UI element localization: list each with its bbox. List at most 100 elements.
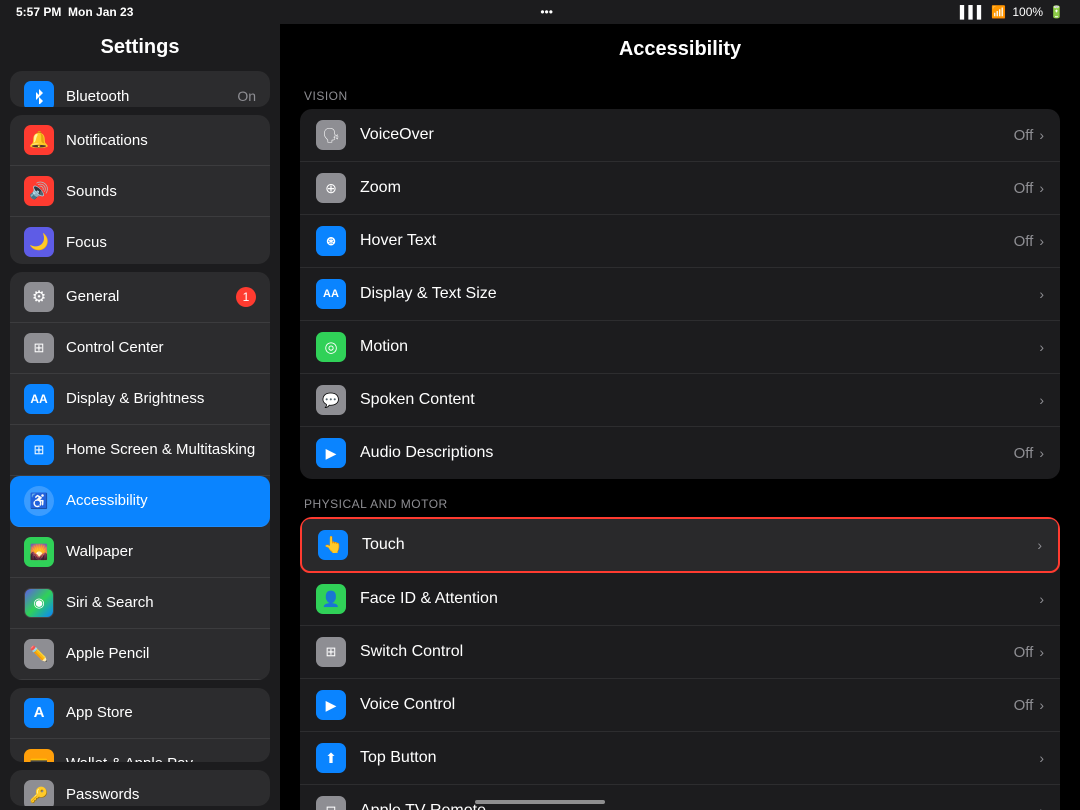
audiodesc-icon: ▶	[316, 438, 346, 468]
right-panel: Accessibility VISION 🗣 VoiceOver Off › ⊕…	[280, 24, 1080, 810]
homescreen-label: Home Screen & Multitasking	[66, 441, 256, 458]
accessibility-label: Accessibility	[66, 492, 256, 509]
focus-icon: 🌙	[24, 227, 54, 257]
faceid-attention-chevron: ›	[1039, 591, 1044, 607]
wallet-icon: 💳	[24, 749, 54, 762]
switchcontrol-chevron: ›	[1039, 644, 1044, 660]
sidebar-section-general: ⚙ General 1 ⊞ Control Center AA Display …	[10, 272, 270, 680]
physical-header: PHYSICAL AND MOTOR	[300, 481, 1060, 517]
appletvremote-label: Apple TV Remote	[360, 802, 1039, 810]
audiodesc-value: Off	[1014, 445, 1034, 462]
hovertext-value: Off	[1014, 233, 1034, 250]
controlcenter-icon: ⊞	[24, 333, 54, 363]
voicecontrol-chevron: ›	[1039, 697, 1044, 713]
notifications-icon: 🔔	[24, 125, 54, 155]
controlcenter-label: Control Center	[66, 339, 256, 356]
settings-row-zoom[interactable]: ⊕ Zoom Off ›	[300, 162, 1060, 215]
settings-row-displaytext[interactable]: AA Display & Text Size ›	[300, 268, 1060, 321]
displaybrightness-icon: AA	[24, 384, 54, 414]
bluetooth-icon	[24, 81, 54, 107]
passwords-label: Passwords	[66, 786, 256, 803]
settings-row-audiodesc[interactable]: ▶ Audio Descriptions Off ›	[300, 427, 1060, 479]
sidebar-item-siri[interactable]: ◉ Siri & Search	[10, 578, 270, 629]
voiceover-icon: 🗣	[316, 120, 346, 150]
sidebar-item-accessibility[interactable]: ♿ Accessibility	[10, 476, 270, 527]
audiodesc-label: Audio Descriptions	[360, 444, 1014, 462]
wifi-icon: 📶	[991, 5, 1006, 19]
siri-label: Siri & Search	[66, 594, 256, 611]
sidebar-section-bluetooth: Bluetooth On	[10, 71, 270, 107]
hovertext-chevron: ›	[1039, 233, 1044, 249]
passwords-icon: 🔑	[24, 780, 54, 806]
motion-label: Motion	[360, 338, 1039, 356]
sidebar-item-applepencil[interactable]: ✏️ Apple Pencil	[10, 629, 270, 680]
switchcontrol-value: Off	[1014, 644, 1034, 661]
general-badge: 1	[236, 287, 256, 307]
zoom-chevron: ›	[1039, 180, 1044, 196]
faceid-attention-icon: 👤	[316, 584, 346, 614]
sidebar-item-wallet[interactable]: 💳 Wallet & Apple Pay	[10, 739, 270, 762]
sidebar-item-homescreen[interactable]: ⊞ Home Screen & Multitasking	[10, 425, 270, 476]
sidebar-item-passwords[interactable]: 🔑 Passwords	[10, 770, 270, 806]
sidebar-item-focus[interactable]: 🌙 Focus	[10, 217, 270, 263]
sidebar-section-notifications: 🔔 Notifications 🔊 Sounds 🌙 Focus ⏱ Scree…	[10, 115, 270, 263]
displaybrightness-label: Display & Brightness	[66, 390, 256, 407]
appstore-label: App Store	[66, 704, 256, 721]
sounds-label: Sounds	[66, 183, 256, 200]
accessibility-icon: ♿	[24, 486, 54, 516]
switchcontrol-icon: ⊞	[316, 637, 346, 667]
vision-header: VISION	[300, 73, 1060, 109]
settings-row-motion[interactable]: ◎ Motion ›	[300, 321, 1060, 374]
spokencontent-chevron: ›	[1039, 392, 1044, 408]
wallpaper-icon: 🌄	[24, 537, 54, 567]
displaytext-icon: AA	[316, 279, 346, 309]
displaytext-chevron: ›	[1039, 286, 1044, 302]
voiceover-chevron: ›	[1039, 127, 1044, 143]
sidebar: Settings Bluetooth On 🔔 Notifications 🔊 …	[0, 24, 280, 810]
physical-group: 👆 Touch › 👤 Face ID & Attention › ⊞ Swit…	[300, 517, 1060, 810]
status-indicators: ▌▌▌ 📶 100% 🔋	[960, 5, 1064, 19]
general-label: General	[66, 288, 236, 305]
sidebar-item-sounds[interactable]: 🔊 Sounds	[10, 166, 270, 217]
applepencil-label: Apple Pencil	[66, 645, 256, 662]
battery-indicator: 100%	[1012, 5, 1043, 19]
notifications-label: Notifications	[66, 132, 256, 149]
zoom-value: Off	[1014, 180, 1034, 197]
settings-row-topbutton[interactable]: ⬆ Top Button ›	[300, 732, 1060, 785]
settings-row-appletvremote[interactable]: ⊟ Apple TV Remote ›	[300, 785, 1060, 810]
settings-row-voiceover[interactable]: 🗣 VoiceOver Off ›	[300, 109, 1060, 162]
sidebar-item-notifications[interactable]: 🔔 Notifications	[10, 115, 270, 166]
sidebar-item-controlcenter[interactable]: ⊞ Control Center	[10, 323, 270, 374]
hovertext-label: Hover Text	[360, 232, 1014, 250]
sidebar-item-wallpaper[interactable]: 🌄 Wallpaper	[10, 527, 270, 578]
sidebar-item-bluetooth[interactable]: Bluetooth On	[10, 71, 270, 107]
motion-chevron: ›	[1039, 339, 1044, 355]
siri-icon: ◉	[24, 588, 54, 618]
displaytext-label: Display & Text Size	[360, 285, 1039, 303]
settings-row-voicecontrol[interactable]: ▶ Voice Control Off ›	[300, 679, 1060, 732]
spokencontent-label: Spoken Content	[360, 391, 1039, 409]
settings-row-hovertext[interactable]: ⊛ Hover Text Off ›	[300, 215, 1060, 268]
switchcontrol-label: Switch Control	[360, 643, 1014, 661]
settings-row-touch[interactable]: 👆 Touch ›	[300, 517, 1060, 573]
battery-icon: 🔋	[1049, 5, 1064, 19]
settings-row-spokencontent[interactable]: 💬 Spoken Content ›	[300, 374, 1060, 427]
audiodesc-chevron: ›	[1039, 445, 1044, 461]
sidebar-item-displaybrightness[interactable]: AA Display & Brightness	[10, 374, 270, 425]
panel-title: Accessibility	[300, 24, 1060, 73]
sidebar-item-appstore[interactable]: A App Store	[10, 688, 270, 739]
topbutton-icon: ⬆	[316, 743, 346, 773]
settings-row-faceid-attention[interactable]: 👤 Face ID & Attention ›	[300, 573, 1060, 626]
sidebar-title: Settings	[0, 24, 280, 67]
sounds-icon: 🔊	[24, 176, 54, 206]
sidebar-section-appstore: A App Store 💳 Wallet & Apple Pay	[10, 688, 270, 762]
touch-chevron: ›	[1037, 537, 1042, 553]
settings-row-switchcontrol[interactable]: ⊞ Switch Control Off ›	[300, 626, 1060, 679]
zoom-icon: ⊕	[316, 173, 346, 203]
bluetooth-value: On	[237, 88, 256, 104]
spokencontent-icon: 💬	[316, 385, 346, 415]
sidebar-item-general[interactable]: ⚙ General 1	[10, 272, 270, 323]
status-bar: 5:57 PM Mon Jan 23 ••• ▌▌▌ 📶 100% 🔋	[0, 0, 1080, 24]
voiceover-label: VoiceOver	[360, 126, 1014, 144]
topbutton-chevron: ›	[1039, 750, 1044, 766]
